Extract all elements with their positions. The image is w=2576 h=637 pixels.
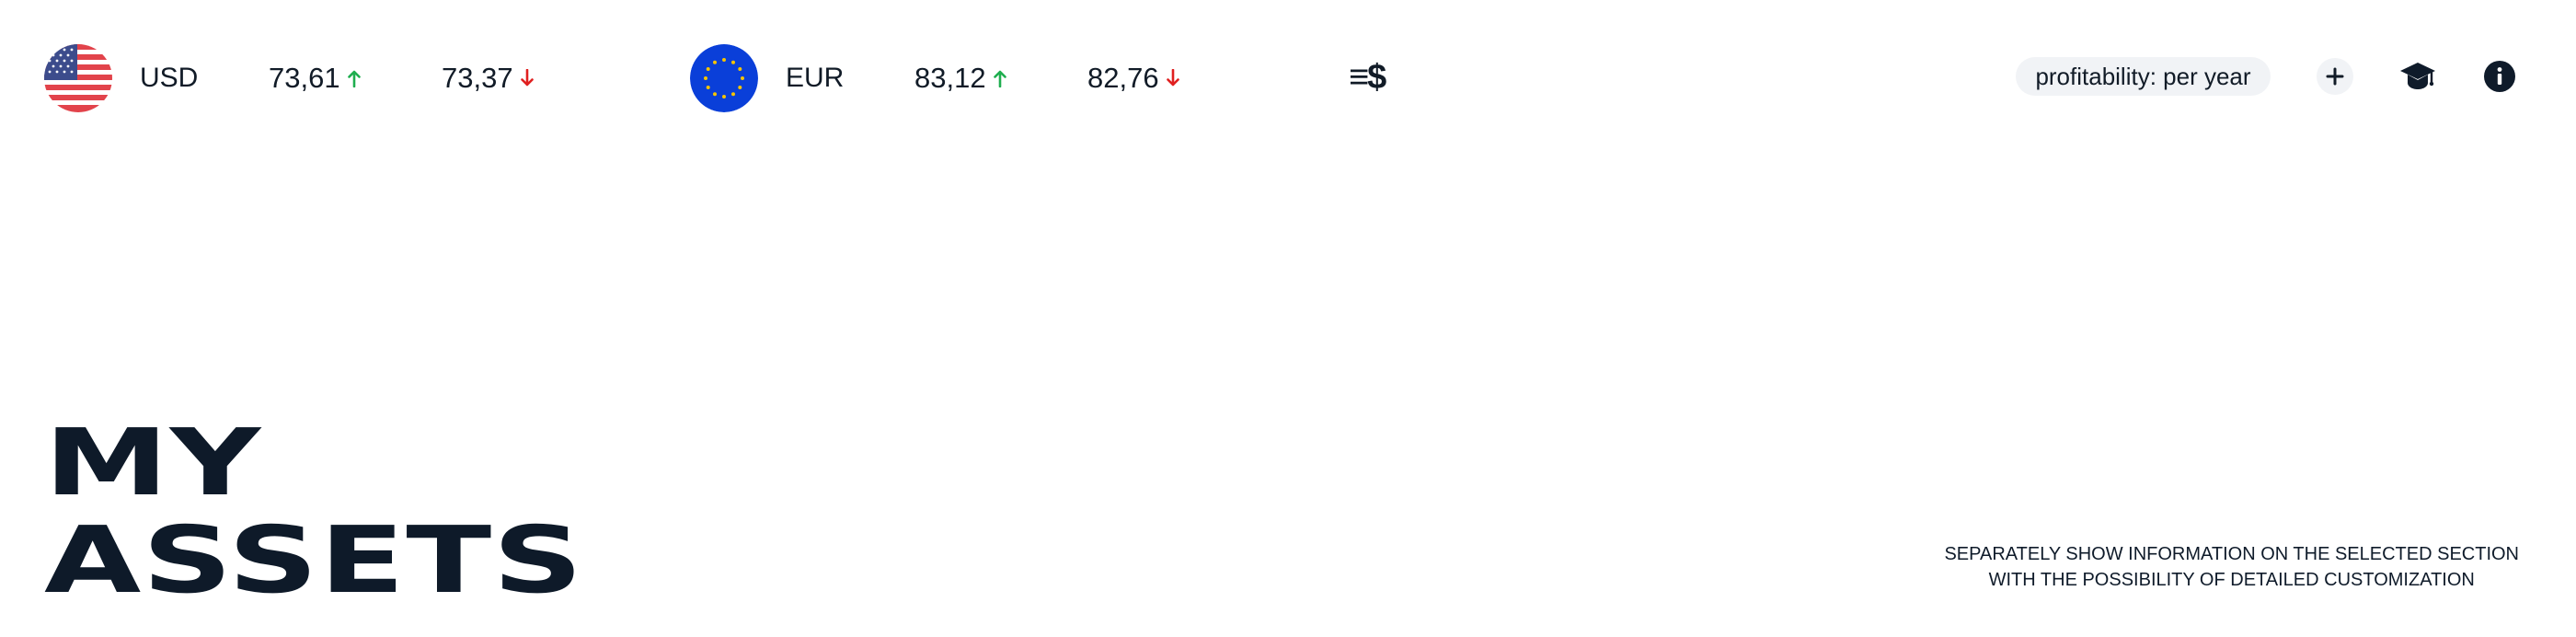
section-description: SEPARATELY SHOW INFORMATION ON THE SELEC… bbox=[1944, 541, 2519, 593]
usd-buy-rate: 73,61 bbox=[269, 63, 361, 94]
education-button[interactable] bbox=[2399, 61, 2436, 97]
eur-buy-value: 83,12 bbox=[914, 62, 986, 94]
arrow-up-icon bbox=[347, 70, 361, 87]
eur-buy-rate: 83,12 bbox=[914, 63, 1006, 94]
currency-code-eur: EUR bbox=[786, 63, 845, 93]
eu-flag-icon bbox=[690, 44, 758, 112]
usd-buy-value: 73,61 bbox=[269, 62, 340, 94]
arrow-up-icon bbox=[993, 70, 1006, 87]
arrow-down-icon bbox=[520, 68, 534, 87]
arrow-down-icon bbox=[1166, 68, 1179, 87]
add-button[interactable] bbox=[2317, 58, 2353, 95]
usd-sell-value: 73,37 bbox=[442, 62, 513, 94]
eur-sell-value: 82,76 bbox=[1087, 62, 1159, 94]
info-icon bbox=[2484, 61, 2515, 92]
usd-sell-rate: 73,37 bbox=[442, 63, 534, 94]
section-description-line-2: WITH THE POSSIBILITY OF DETAILED CUSTOMI… bbox=[1988, 570, 2475, 590]
graduation-cap-icon bbox=[2400, 63, 2435, 89]
us-flag-icon bbox=[44, 44, 112, 112]
page-title-line-2: ASSETS bbox=[44, 506, 584, 614]
section-description-line-1: SEPARATELY SHOW INFORMATION ON THE SELEC… bbox=[1944, 544, 2519, 564]
currency-converter-button[interactable]: ≡$ bbox=[1349, 59, 1386, 96]
currency-code-usd: USD bbox=[140, 63, 199, 93]
eur-sell-rate: 82,76 bbox=[1087, 63, 1179, 94]
page-title-line-1: MY bbox=[44, 409, 262, 516]
profitability-period-button[interactable]: profitability: per year bbox=[2016, 57, 2271, 96]
plus-icon bbox=[2326, 67, 2344, 86]
info-button[interactable] bbox=[2484, 61, 2515, 97]
page-title: MY ASSETS bbox=[44, 414, 582, 609]
